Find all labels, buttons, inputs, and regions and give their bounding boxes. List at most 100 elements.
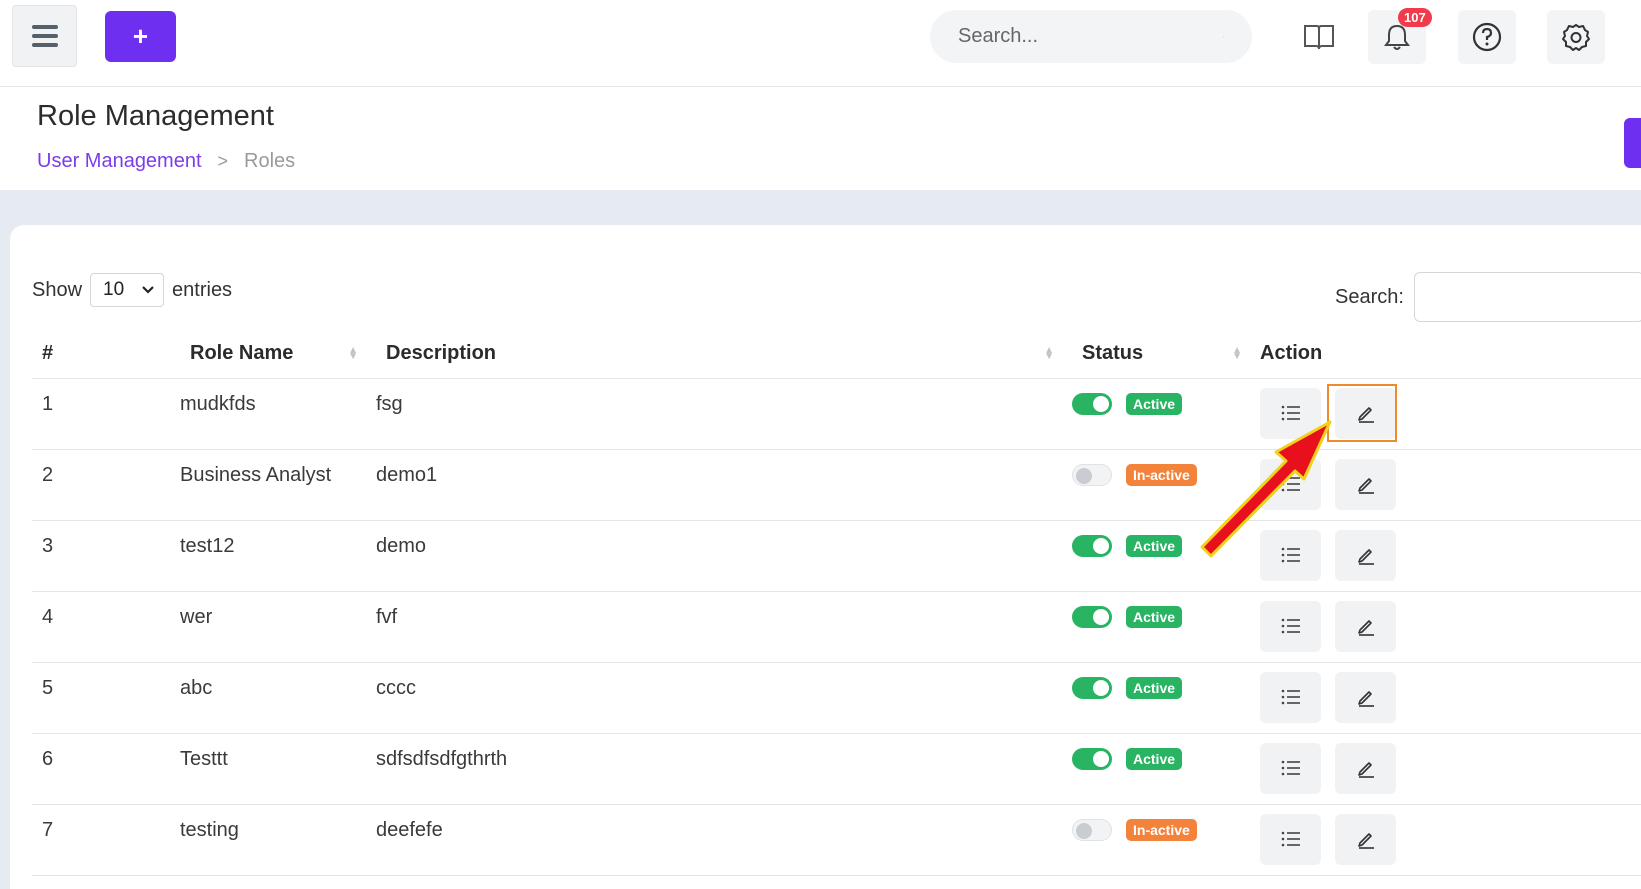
table-row: 7 testing deefefe In-active <box>32 804 1641 876</box>
list-icon <box>1281 476 1300 492</box>
description: cccc <box>376 676 416 699</box>
action-cell <box>1260 591 1641 663</box>
description-cell: sdfsdfsdfgthrth <box>376 733 1072 805</box>
column-label: Description <box>386 342 497 365</box>
row-number-text: 6 <box>42 747 54 770</box>
status-toggle[interactable] <box>1072 676 1112 699</box>
column-header-number[interactable]: # <box>32 330 180 379</box>
sort-icon: ▲ ▼ <box>1044 345 1054 362</box>
edit-role-button[interactable] <box>1335 742 1396 794</box>
role-name-cell: wer <box>180 591 376 663</box>
edit-icon <box>1357 620 1374 636</box>
top-bar: + 107 <box>0 0 1641 87</box>
status-cell: In-active <box>1072 449 1260 521</box>
description-cell: fvf <box>376 591 1072 663</box>
view-permissions-button[interactable] <box>1260 813 1321 865</box>
description-cell: deefefe <box>376 804 1072 876</box>
sort-icon: ▲ ▼ <box>348 345 358 362</box>
edit-icon <box>1357 833 1374 849</box>
edit-role-button[interactable] <box>1327 383 1397 442</box>
view-permissions-button[interactable] <box>1260 600 1321 652</box>
row-number-text: 3 <box>42 534 54 557</box>
show-label: Show <box>32 278 83 301</box>
settings-button[interactable] <box>1547 10 1605 64</box>
edit-role-button[interactable] <box>1335 671 1396 723</box>
edit-role-button[interactable] <box>1335 458 1396 510</box>
action-cell <box>1260 662 1641 734</box>
edit-role-button[interactable] <box>1335 529 1396 581</box>
role-name: Business Analyst <box>180 463 332 486</box>
description: fvf <box>376 605 398 628</box>
role-name-cell: abc <box>180 662 376 734</box>
column-label: Action <box>1260 342 1323 365</box>
row-number: 3 <box>32 520 180 592</box>
row-number-text: 7 <box>42 818 54 841</box>
status-badge: Active <box>1126 747 1183 770</box>
status-cell: Active <box>1072 520 1260 592</box>
view-permissions-button[interactable] <box>1260 387 1321 439</box>
column-header-status[interactable]: Status ▲ ▼ <box>1072 330 1260 379</box>
menu-button[interactable] <box>12 5 77 67</box>
view-permissions-button[interactable] <box>1260 742 1321 794</box>
search-icon[interactable] <box>1223 26 1224 48</box>
docs-button[interactable] <box>1290 10 1348 64</box>
notifications-button[interactable]: 107 <box>1368 8 1432 64</box>
edit-icon <box>1357 762 1374 778</box>
status-toggle[interactable] <box>1072 534 1112 557</box>
action-cell <box>1260 449 1641 521</box>
add-button[interactable]: + <box>105 11 176 62</box>
breadcrumb: User Management > Roles <box>37 150 295 173</box>
list-icon <box>1281 547 1300 563</box>
row-number: 7 <box>32 804 180 876</box>
edit-role-button[interactable] <box>1335 600 1396 652</box>
status-toggle[interactable] <box>1072 818 1112 841</box>
action-cell <box>1260 804 1641 876</box>
column-label: Role Name <box>190 342 294 365</box>
row-number: 6 <box>32 733 180 805</box>
status-badge: In-active <box>1126 818 1197 841</box>
view-permissions-button[interactable] <box>1260 529 1321 581</box>
status-toggle[interactable] <box>1072 747 1112 770</box>
table-header-row: # Role Name ▲ ▼ Description ▲ ▼ Status ▲ ▼ Act… <box>32 330 1641 379</box>
table-row: 5 abc cccc Active <box>32 662 1641 734</box>
settings-icon <box>1562 24 1590 51</box>
breadcrumb-user-management[interactable]: User Management <box>37 150 202 173</box>
status-toggle[interactable] <box>1072 392 1112 415</box>
side-panel-tab[interactable] <box>1624 118 1641 168</box>
status-cell: Active <box>1072 733 1260 805</box>
status-toggle[interactable] <box>1072 463 1112 486</box>
row-number: 1 <box>32 378 180 450</box>
column-header-role-name[interactable]: Role Name ▲ ▼ <box>180 330 376 379</box>
description: fsg <box>376 392 403 415</box>
highlight-box <box>1327 383 1397 442</box>
status-cell: Active <box>1072 378 1260 450</box>
column-label: # <box>42 342 54 365</box>
row-number-text: 4 <box>42 605 54 628</box>
description-cell: demo <box>376 520 1072 592</box>
status-cell: Active <box>1072 591 1260 663</box>
edit-role-button[interactable] <box>1335 813 1396 865</box>
view-permissions-button[interactable] <box>1260 671 1321 723</box>
global-search[interactable] <box>930 10 1252 63</box>
status-badge: In-active <box>1126 463 1197 486</box>
description-cell: demo1 <box>376 449 1072 521</box>
role-name: wer <box>180 605 213 628</box>
status-toggle[interactable] <box>1072 605 1112 628</box>
list-icon <box>1281 831 1300 847</box>
column-header-description[interactable]: Description ▲ ▼ <box>376 330 1072 379</box>
action-cell <box>1260 378 1641 450</box>
search-input[interactable] <box>958 25 1223 48</box>
table-search-input[interactable] <box>1413 272 1641 322</box>
row-number-text: 2 <box>42 463 54 486</box>
role-name-cell: test12 <box>180 520 376 592</box>
edit-icon <box>1357 549 1374 565</box>
help-button[interactable] <box>1458 10 1516 64</box>
table-row: 6 Testtt sdfsdfsdfgthrth Active <box>32 733 1641 805</box>
breadcrumb-separator: > <box>217 151 229 171</box>
entries-select[interactable]: 10 <box>90 273 165 307</box>
row-number: 4 <box>32 591 180 663</box>
table-row: 3 test12 demo Active <box>32 520 1641 592</box>
role-name-cell: Testtt <box>180 733 376 805</box>
menu-icon <box>31 25 58 47</box>
view-permissions-button[interactable] <box>1260 458 1321 510</box>
